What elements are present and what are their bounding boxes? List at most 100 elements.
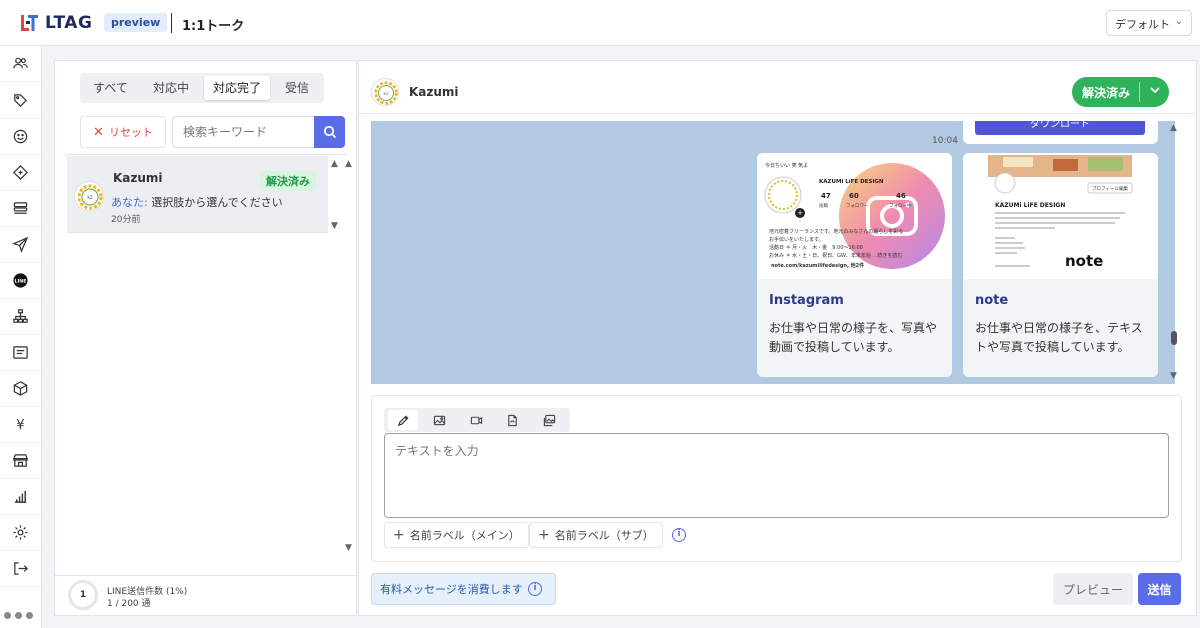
ig-link: note.com/kazumilifedesign, 他2件 (771, 262, 864, 269)
note-brand: KAZUMi LiFE DESIGN (995, 202, 1065, 209)
sidebar-item-settings[interactable] (0, 515, 41, 551)
status-dropdown-button[interactable]: 解決済み (1072, 77, 1169, 107)
tab-video[interactable] (461, 410, 491, 430)
smiley-icon (13, 129, 28, 144)
plus-icon: + (393, 527, 405, 543)
sidebar-item-tags[interactable] (0, 83, 41, 119)
tab-received[interactable]: 受信 (273, 76, 321, 100)
sunflower-wreath-icon: KZ (374, 81, 398, 105)
chat-panel: KZ Kazumi 解決済み ダウンロード 10:04 + 今日ちいい 笑 気よ… (358, 60, 1197, 616)
conversation-item[interactable]: KZ Kazumi 解決済み あなた: 選択肢から選んでください 20分前 (67, 156, 328, 233)
sidebar-item-line[interactable]: LINE (0, 263, 41, 299)
preview-button[interactable]: プレビュー (1053, 573, 1133, 605)
avatar: KZ (74, 181, 104, 211)
contact-name: Kazumi (409, 85, 459, 99)
carousel-card-instagram[interactable]: + 今日ちいい 笑 気よ KAZUMi LiFE DESIGN 47 投稿 60… (757, 153, 952, 377)
chevron-down-icon (1150, 87, 1160, 94)
message-input[interactable] (384, 433, 1169, 518)
sidebar-item-templates[interactable] (0, 191, 41, 227)
dot-icon (26, 612, 33, 619)
card-body: Instagram お仕事や日常の様子を、写真や動画で投稿しています。 (757, 279, 952, 377)
status-badge: 解決済み (260, 171, 316, 191)
reset-button[interactable]: ✕ リセット (80, 116, 166, 148)
tab-gallery[interactable] (534, 410, 564, 430)
info-icon[interactable]: i (528, 582, 542, 596)
sidebar-item-users[interactable] (0, 46, 41, 82)
sidebar-item-stores[interactable] (0, 443, 41, 479)
ticket-icon (13, 165, 28, 180)
contact-avatar: KZ (371, 78, 399, 106)
label-button-text: 名前ラベル（サブ） (554, 529, 654, 542)
carousel-card-note[interactable]: プロフィール編集 KAZUMi LiFE DESIGN note note お仕… (963, 153, 1158, 377)
status-button-label: 解決済み (1082, 85, 1131, 100)
sidebar-item-payments[interactable]: ¥ (0, 407, 41, 443)
tab-file[interactable] (497, 410, 527, 430)
conversation-name: Kazumi (113, 171, 163, 185)
instagram-screenshot: + 今日ちいい 笑 気よ KAZUMi LiFE DESIGN 47 投稿 60… (764, 162, 945, 269)
page-title: 1:1トーク (182, 19, 245, 34)
yen-icon: ¥ (16, 418, 24, 433)
sidebar-item-products[interactable] (0, 371, 41, 407)
message-area[interactable]: ダウンロード 10:04 + 今日ちいい 笑 気よ KAZUMi LiFE DE… (371, 121, 1175, 384)
info-icon[interactable]: i (672, 528, 686, 542)
ig-stat-value: 60 (849, 192, 859, 200)
list-scroll-up-arrow-icon[interactable]: ▲ (345, 159, 352, 169)
view-select-value: デフォルト (1115, 18, 1170, 31)
ltag-logo-icon (21, 15, 38, 31)
search-icon (323, 125, 336, 139)
search-input[interactable] (172, 116, 314, 148)
card-description: お仕事や日常の様子を、テキストや写真で投稿しています。 (975, 321, 1143, 354)
ig-stat-label: フォロワー (846, 203, 869, 209)
dot-icon (15, 612, 22, 619)
send-icon (12, 236, 29, 253)
ig-bio-line: お手伝いをいたします。 (769, 236, 824, 243)
list-icon (13, 202, 28, 214)
ig-bio-line: 活動日 ＊ 月・火 木・金 9:00〜16:00 (769, 244, 863, 251)
tab-image[interactable] (424, 410, 454, 430)
download-button[interactable]: ダウンロード (975, 121, 1145, 135)
compose-box: + 名前ラベル（メイン） + 名前ラベル（サブ） i (371, 395, 1182, 562)
insert-name-label-main-button[interactable]: + 名前ラベル（メイン） (384, 522, 529, 548)
note-screenshot: プロフィール編集 KAZUMi LiFE DESIGN note (988, 155, 1133, 270)
app-name: LTAG (45, 13, 93, 33)
sidebar-item-messages[interactable] (0, 335, 41, 371)
sidebar-item-logout[interactable] (0, 551, 41, 587)
ig-stat-label: 投稿 (819, 202, 828, 209)
sidebar-item-stamps[interactable] (0, 119, 41, 155)
scroll-up-arrow-icon[interactable]: ▲ (331, 159, 338, 169)
list-scroll-down-arrow-icon[interactable]: ▼ (345, 543, 352, 553)
conversation-time: 20分前 (111, 215, 141, 225)
status-tabs: すべて 対応中 対応完了 受信 (80, 73, 324, 103)
ig-stat-label: フォロー中 (889, 202, 912, 209)
tab-text[interactable] (388, 410, 418, 430)
search-button[interactable] (314, 116, 345, 148)
chat-scroll-down-arrow-icon[interactable]: ▼ (1170, 371, 1177, 381)
svg-text:LINE: LINE (15, 278, 27, 284)
app-logo[interactable]: LTAG (18, 12, 92, 34)
card-title: Instagram (769, 293, 844, 308)
chat-scroll-up-arrow-icon[interactable]: ▲ (1170, 123, 1177, 133)
view-select[interactable]: デフォルト ⌄ (1106, 10, 1192, 36)
sender-label: あなた: (111, 196, 148, 209)
gear-icon (13, 525, 28, 540)
scroll-down-arrow-icon[interactable]: ▼ (331, 221, 338, 231)
scroll-thumb[interactable] (1171, 331, 1177, 345)
package-icon (13, 381, 28, 396)
preview-text: 選択肢から選んでください (147, 196, 283, 209)
sidebar-item-scenario[interactable] (0, 299, 41, 335)
insert-name-label-sub-button[interactable]: + 名前ラベル（サブ） (529, 522, 663, 548)
sidebar-item-coupons[interactable] (0, 155, 41, 191)
chat-scrollbar[interactable]: ▲ ▼ (1166, 121, 1182, 384)
tab-all[interactable]: すべて (83, 76, 138, 100)
ig-bio-line: お休み ＊ 水・土・日、祝日、GW、年末年始 ...続きを読む (769, 252, 902, 259)
send-button[interactable]: 送信 (1138, 573, 1181, 605)
tab-in-progress[interactable]: 対応中 (141, 76, 201, 100)
quota-value: 1 / 200 通 (107, 599, 151, 609)
card-description: お仕事や日常の様子を、写真や動画で投稿しています。 (769, 321, 938, 354)
sidebar-item-broadcast[interactable] (0, 227, 41, 263)
message-timestamp: 10:04 (932, 136, 958, 146)
tab-completed[interactable]: 対応完了 (204, 76, 270, 100)
quota-count: 1 (79, 590, 87, 600)
sidebar-item-analytics[interactable] (0, 479, 41, 515)
sidebar-collapse-handle[interactable] (4, 612, 33, 619)
